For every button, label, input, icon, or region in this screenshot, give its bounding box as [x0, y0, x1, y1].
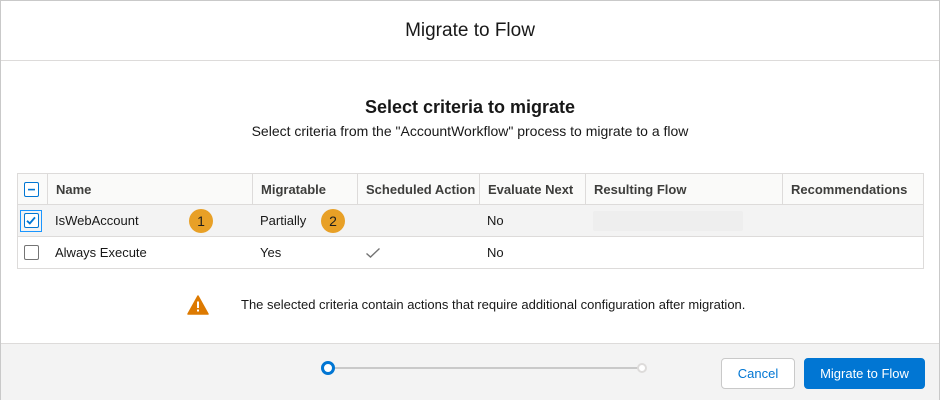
row-recommendations-cell: [782, 205, 923, 236]
row-evaluate-next-cell: No: [479, 205, 585, 236]
row-name-cell: IsWebAccount 1: [47, 205, 252, 236]
column-header-evaluate-next[interactable]: Evaluate Next: [479, 174, 585, 204]
column-header-migratable[interactable]: Migratable: [252, 174, 357, 204]
row-select-cell: [18, 205, 47, 236]
row-resulting-flow-cell: [585, 237, 782, 268]
table-row[interactable]: Always Execute Yes No: [18, 237, 923, 269]
checkmark-icon: [26, 216, 36, 225]
progress-step-2[interactable]: [637, 363, 647, 373]
modal-title: Migrate to Flow: [405, 19, 535, 41]
row-migratable-cell: Partially 2: [252, 205, 357, 236]
row-migratable: Yes: [260, 245, 282, 260]
row-checkbox-focus: [20, 209, 42, 232]
progress-indicator: [321, 360, 651, 376]
progress-track: [329, 367, 643, 369]
row-migratable-cell: Yes: [252, 237, 357, 268]
callout-badge-2: 2: [321, 209, 345, 233]
row-select-cell: [18, 237, 47, 268]
check-icon: [366, 247, 380, 258]
row-migratable: Partially: [260, 213, 307, 228]
row-scheduled-action-cell: [357, 237, 479, 268]
row-checkbox[interactable]: [23, 213, 39, 228]
row-evaluate-next: No: [487, 213, 504, 228]
row-evaluate-next-cell: No: [479, 237, 585, 268]
callout-badge-1: 1: [189, 209, 213, 233]
row-checkbox[interactable]: [24, 245, 39, 260]
progress-step-1[interactable]: [321, 361, 335, 375]
select-all-checkbox[interactable]: [24, 181, 39, 197]
section-subheading: Select criteria from the "AccountWorkflo…: [251, 123, 689, 139]
row-scheduled-action-cell: [357, 205, 479, 236]
migrate-to-flow-modal: Migrate to Flow Select criteria to migra…: [0, 0, 940, 400]
warning-message: The selected criteria contain actions th…: [1, 293, 939, 317]
section-heading: Select criteria to migrate: [364, 97, 576, 117]
table-header-row: Name Migratable Scheduled Action Evaluat…: [18, 174, 923, 205]
column-header-recommendations[interactable]: Recommendations: [782, 174, 923, 204]
row-name: Always Execute: [55, 245, 147, 260]
modal-footer: Cancel Migrate to Flow: [1, 343, 939, 400]
cancel-button[interactable]: Cancel: [721, 358, 795, 389]
warning-icon: [187, 295, 209, 315]
column-header-scheduled-action[interactable]: Scheduled Action: [357, 174, 479, 204]
minus-icon: [28, 188, 35, 190]
column-header-resulting-flow[interactable]: Resulting Flow: [585, 174, 782, 204]
modal-header: Migrate to Flow: [1, 1, 939, 61]
row-evaluate-next: No: [487, 245, 504, 260]
row-resulting-flow-cell: [585, 205, 782, 236]
migrate-to-flow-button[interactable]: Migrate to Flow: [804, 358, 925, 389]
select-all-cell: [18, 174, 47, 204]
row-name: IsWebAccount: [55, 213, 139, 228]
row-name-cell: Always Execute: [47, 237, 252, 268]
table-row[interactable]: IsWebAccount 1 Partially 2 No: [18, 205, 923, 237]
resulting-flow-placeholder: [593, 210, 743, 231]
criteria-table: Name Migratable Scheduled Action Evaluat…: [17, 173, 924, 269]
warning-text: The selected criteria contain actions th…: [241, 297, 746, 312]
row-recommendations-cell: [782, 237, 923, 268]
column-header-name[interactable]: Name: [47, 174, 252, 204]
